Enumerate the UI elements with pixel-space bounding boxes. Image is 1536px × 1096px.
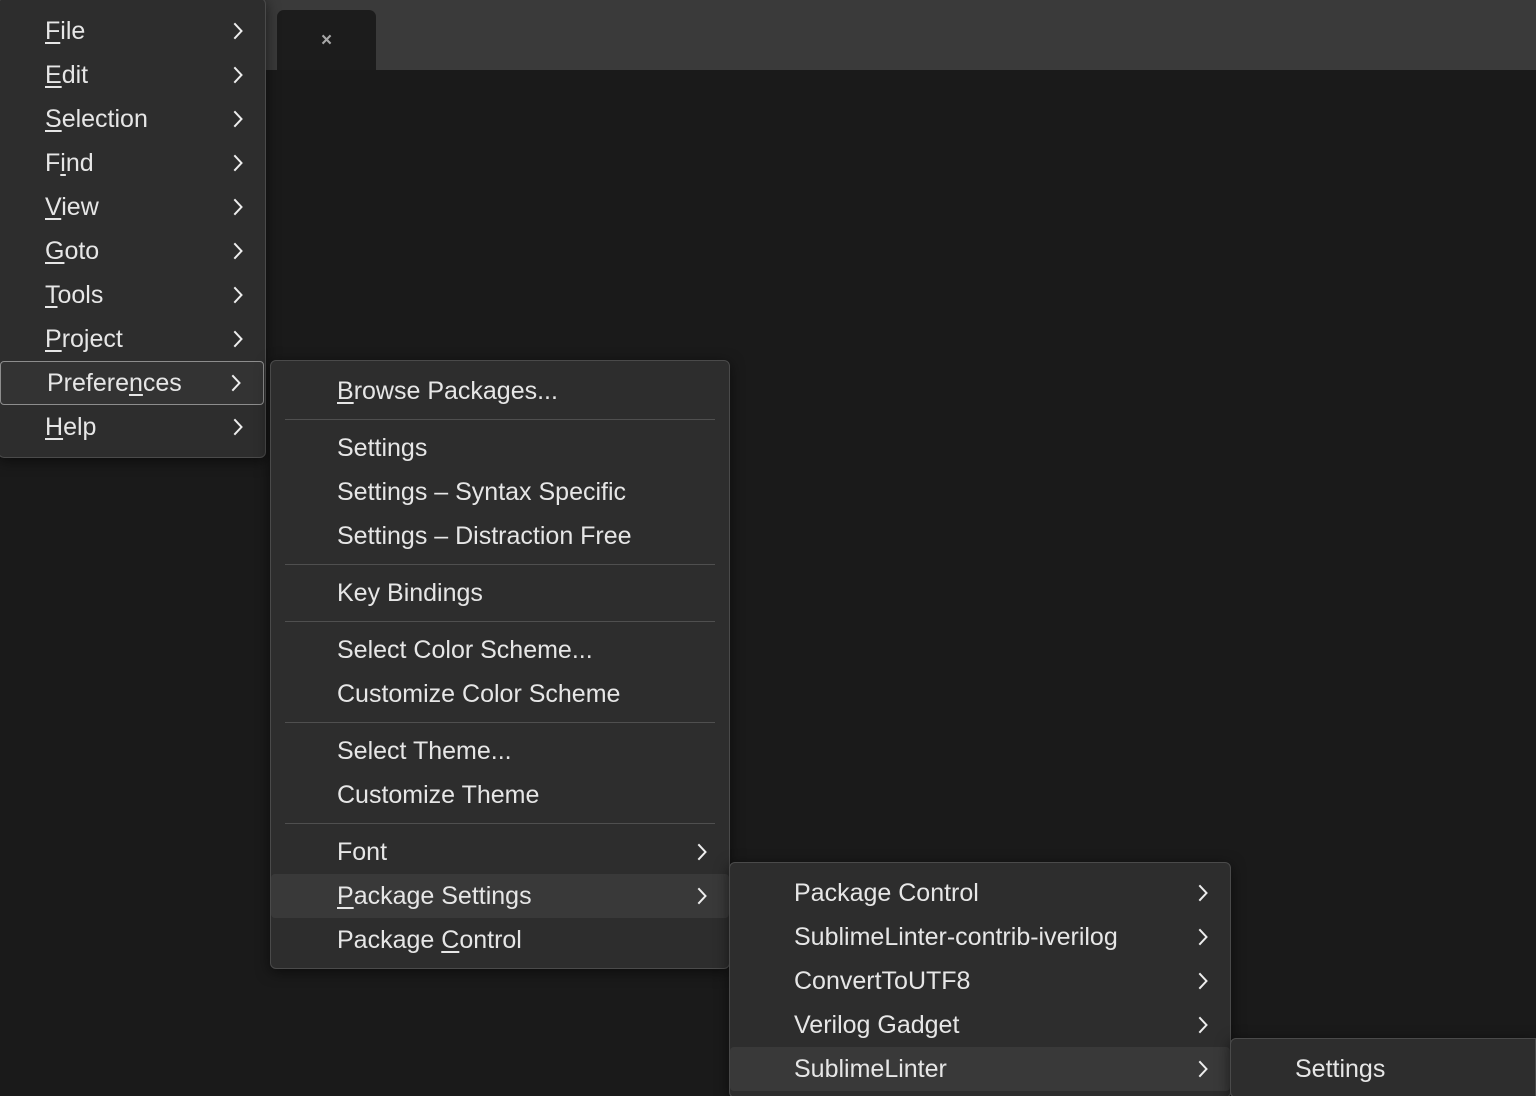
menu-item-label: Project	[45, 324, 123, 353]
chevron-right-icon	[1192, 971, 1214, 991]
menu-item-tools[interactable]: Tools	[0, 273, 265, 317]
chevron-right-icon	[691, 842, 713, 862]
menu-item-file[interactable]: File	[0, 9, 265, 53]
chevron-right-icon	[227, 153, 249, 173]
menu-item-label: Settings	[337, 433, 428, 462]
menu-item-browse-packages[interactable]: Browse Packages...	[271, 369, 729, 413]
menu-item-label: Edit	[45, 60, 89, 89]
menu-item-label: Settings – Syntax Specific	[337, 477, 627, 506]
chevron-right-icon	[225, 373, 247, 393]
menu-item-label: Select Color Scheme...	[337, 635, 593, 664]
sublimelinter-submenu-panel: Settings	[1230, 1038, 1536, 1096]
menu-item-label: File	[45, 16, 86, 45]
menu-item-label: Key Bindings	[337, 578, 483, 607]
chevron-right-icon	[227, 65, 249, 85]
chevron-right-icon	[227, 197, 249, 217]
menu-item-label: Goto	[45, 236, 100, 265]
close-icon[interactable]: ×	[277, 10, 376, 70]
menu-item-settings[interactable]: Settings	[271, 426, 729, 470]
chevron-right-icon	[1192, 1015, 1214, 1035]
editor-tab[interactable]: ×	[277, 10, 376, 70]
menu-item-label: Tools	[45, 280, 104, 309]
menu-item-label: Preferences	[47, 368, 182, 397]
menu-item-settings-syntax-specific[interactable]: Settings – Syntax Specific	[271, 470, 729, 514]
chevron-right-icon	[691, 886, 713, 906]
menu-item-label: Settings	[1295, 1054, 1386, 1083]
menu-item-label: ConvertToUTF8	[794, 966, 971, 995]
menu-item-sublimelinter[interactable]: SublimeLinter	[730, 1047, 1230, 1091]
chevron-right-icon	[227, 21, 249, 41]
menu-item-settings-distraction-free[interactable]: Settings – Distraction Free	[271, 514, 729, 558]
chevron-right-icon	[1192, 1059, 1214, 1079]
chevron-right-icon	[227, 109, 249, 129]
menu-item-label: Customize Theme	[337, 780, 540, 809]
menu-separator	[285, 419, 715, 420]
menu-item-label: Package Control	[337, 925, 522, 954]
menu-item-select-color-scheme[interactable]: Select Color Scheme...	[271, 628, 729, 672]
menu-item-label: Find	[45, 148, 94, 177]
menu-item-project[interactable]: Project	[0, 317, 265, 361]
chevron-right-icon	[1192, 883, 1214, 903]
menu-item-label: SublimeLinter-contrib-iverilog	[794, 922, 1118, 951]
menu-item-label: Font	[337, 837, 388, 866]
chevron-right-icon	[227, 417, 249, 437]
menu-separator	[285, 564, 715, 565]
menu-item-label: Customize Color Scheme	[337, 679, 621, 708]
menu-item-package-settings[interactable]: Package Settings	[271, 874, 729, 918]
menu-item-customize-theme[interactable]: Customize Theme	[271, 773, 729, 817]
menu-item-label: Package Settings	[337, 881, 532, 910]
menu-item-key-bindings[interactable]: Key Bindings	[271, 571, 729, 615]
main-menu-panel: File Edit Selection Find View Goto Tools Projec…	[0, 0, 266, 458]
menu-item-goto[interactable]: Goto	[0, 229, 265, 273]
menu-item-font[interactable]: Font	[271, 830, 729, 874]
menu-item-sublimelinter-contrib-iverilog[interactable]: SublimeLinter-contrib-iverilog	[730, 915, 1230, 959]
menu-item-preferences[interactable]: Preferences	[0, 361, 264, 405]
menu-item-label: Settings – Distraction Free	[337, 521, 632, 550]
menu-separator	[285, 823, 715, 824]
chevron-right-icon	[227, 285, 249, 305]
menu-item-selection[interactable]: Selection	[0, 97, 265, 141]
app-window: × File Edit Selection Find View Goto Tools Proj…	[0, 0, 1536, 1096]
menu-item-view[interactable]: View	[0, 185, 265, 229]
menu-item-label: Package Control	[794, 878, 979, 907]
menu-item-select-theme[interactable]: Select Theme...	[271, 729, 729, 773]
menu-item-converttoutf8[interactable]: ConvertToUTF8	[730, 959, 1230, 1003]
menu-separator	[285, 621, 715, 622]
menu-item-label: Verilog Gadget	[794, 1010, 960, 1039]
menu-item-package-control[interactable]: Package Control	[730, 871, 1230, 915]
menu-item-edit[interactable]: Edit	[0, 53, 265, 97]
menu-item-label: Selection	[45, 104, 148, 133]
chevron-right-icon	[1192, 927, 1214, 947]
menu-item-label: SublimeLinter	[794, 1054, 947, 1083]
menu-item-settings[interactable]: Settings	[1231, 1047, 1535, 1091]
menu-item-customize-color-scheme[interactable]: Customize Color Scheme	[271, 672, 729, 716]
menu-item-label: View	[45, 192, 99, 221]
menu-item-find[interactable]: Find	[0, 141, 265, 185]
menu-item-label: Select Theme...	[337, 736, 512, 765]
menu-item-verilog-gadget[interactable]: Verilog Gadget	[730, 1003, 1230, 1047]
preferences-submenu-panel: Browse Packages... Settings Settings – Syn…	[270, 360, 730, 969]
package-settings-submenu-panel: Package Control SublimeLinter-contrib-ive…	[729, 862, 1231, 1096]
menu-separator	[285, 722, 715, 723]
menu-item-label: Help	[45, 412, 97, 441]
menu-item-package-control[interactable]: Package Control	[271, 918, 729, 962]
menu-item-label: Browse Packages...	[337, 376, 558, 405]
chevron-right-icon	[227, 329, 249, 349]
chevron-right-icon	[227, 241, 249, 261]
menu-item-help[interactable]: Help	[0, 405, 265, 449]
